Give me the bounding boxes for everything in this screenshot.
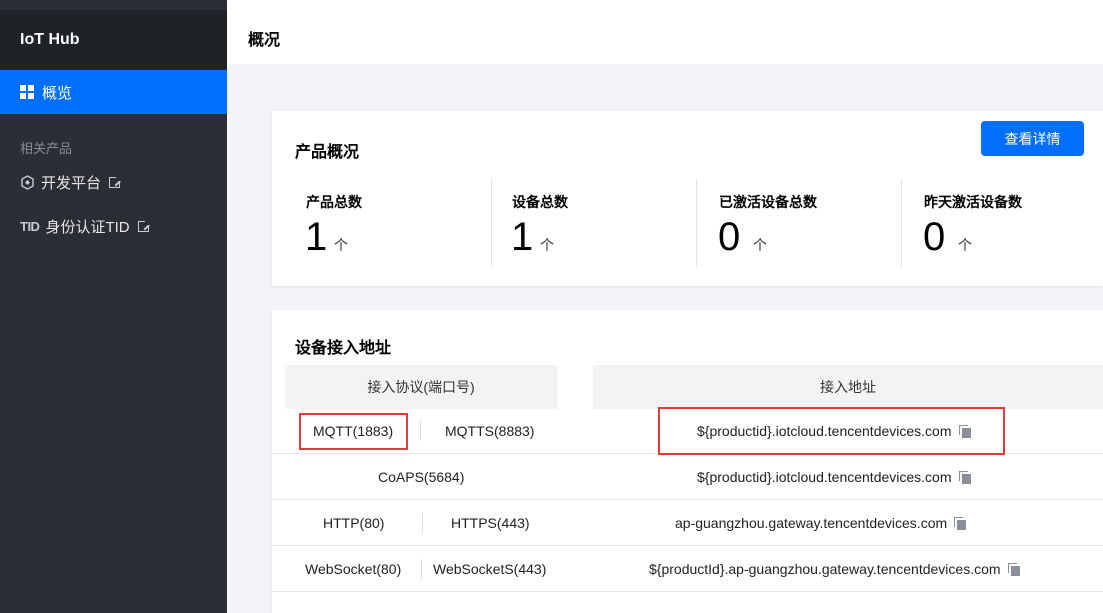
sidebar-item-label: 开发平台 <box>41 174 102 192</box>
address-text: ${productId}.ap-guangzhou.gateway.tencen… <box>649 560 1001 577</box>
stat-unit: 个 <box>540 237 554 253</box>
divider <box>420 421 421 441</box>
column-header-protocol: 接入协议(端口号) <box>285 365 557 409</box>
table-row: WebSocket(80) WebSocketS(443) ${productI… <box>272 546 1103 592</box>
stat-label: 产品总数 <box>306 194 362 210</box>
stat-label: 昨天激活设备数 <box>924 194 1022 210</box>
page-title: 概况 <box>248 32 281 49</box>
table-row: HTTP(80) HTTPS(443) ap-guangzhou.gateway… <box>272 500 1103 546</box>
table-row: CoAPS(5684) ${productid}.iotcloud.tencen… <box>272 454 1103 500</box>
tid-icon: TID <box>20 218 40 234</box>
protocol-websocket: WebSocket(80) <box>305 560 402 577</box>
protocol-http: HTTP(80) <box>323 514 385 531</box>
sidebar-item-tid[interactable]: TID 身份认证TID <box>20 214 151 238</box>
section-title-related-products: 相关产品 <box>20 141 73 156</box>
divider <box>421 559 422 579</box>
address-text: ${productid}.iotcloud.tencentdevices.com <box>697 468 952 485</box>
stat-value: 0 <box>718 215 741 259</box>
sidebar-item-overview[interactable]: 概览 <box>0 70 227 114</box>
card-title: 设备接入地址 <box>295 340 392 357</box>
protocol-mqtts: MQTTS(8883) <box>445 422 535 439</box>
stat-value: 1 <box>511 215 534 259</box>
dashboard-grid-icon <box>20 85 34 99</box>
copy-icon[interactable] <box>954 516 967 530</box>
stat-device-total: 设备总数 1 个 <box>511 179 692 267</box>
product-overview-card: 产品概况 查看详情 产品总数 1 个 设备总数 1 个 已激活设备总数 0 个 … <box>272 111 1103 286</box>
stat-label: 设备总数 <box>512 194 568 210</box>
address-text: ap-guangzhou.gateway.tencentdevices.com <box>675 514 948 531</box>
stat-yesterday-activated: 昨天激活设备数 0 个 <box>923 179 1094 267</box>
view-details-button[interactable]: 查看详情 <box>981 121 1084 156</box>
access-address: ap-guangzhou.gateway.tencentdevices.com <box>675 500 967 545</box>
external-link-icon <box>137 218 151 232</box>
copy-icon[interactable] <box>958 470 971 484</box>
highlight-box-mqtt <box>299 413 408 450</box>
card-title: 产品概况 <box>295 144 360 161</box>
stat-unit: 个 <box>958 237 972 253</box>
protocol-https: HTTPS(443) <box>451 514 530 531</box>
divider <box>491 179 492 267</box>
column-header-address: 接入地址 <box>593 365 1103 409</box>
access-address: ${productid}.iotcloud.tencentdevices.com <box>697 454 971 499</box>
device-access-card: 设备接入地址 接入协议(端口号) 接入地址 MQTT(1883) MQTTS(8… <box>272 310 1103 613</box>
protocol-coaps: CoAPS(5684) <box>378 468 465 485</box>
stat-label: 已激活设备总数 <box>719 194 817 210</box>
page-header: 概况 <box>227 0 1103 64</box>
stat-value: 0 <box>923 215 946 259</box>
stat-value: 1 <box>305 215 328 259</box>
stat-product-total: 产品总数 1 个 <box>305 179 486 267</box>
divider <box>696 179 697 267</box>
divider <box>422 513 423 533</box>
sidebar-item-label: 概览 <box>42 84 73 102</box>
sidebar-item-dev-platform[interactable]: 开发平台 <box>20 170 123 194</box>
highlight-box-address <box>658 407 1005 455</box>
divider <box>901 179 902 267</box>
copy-icon[interactable] <box>1007 562 1020 576</box>
sidebar: IoT Hub 概览 相关产品 开发平台 TID 身份认证TID <box>0 0 227 613</box>
stat-unit: 个 <box>334 237 348 253</box>
brand-title: IoT Hub <box>0 10 227 70</box>
stat-unit: 个 <box>753 237 767 253</box>
dev-platform-icon <box>20 174 35 190</box>
access-address: ${productId}.ap-guangzhou.gateway.tencen… <box>649 546 1020 591</box>
protocol-websockets: WebSocketS(443) <box>433 560 547 577</box>
stat-activated-total: 已激活设备总数 0 个 <box>718 179 899 267</box>
external-link-icon <box>109 174 123 188</box>
sidebar-item-label: 身份认证TID <box>45 218 130 236</box>
